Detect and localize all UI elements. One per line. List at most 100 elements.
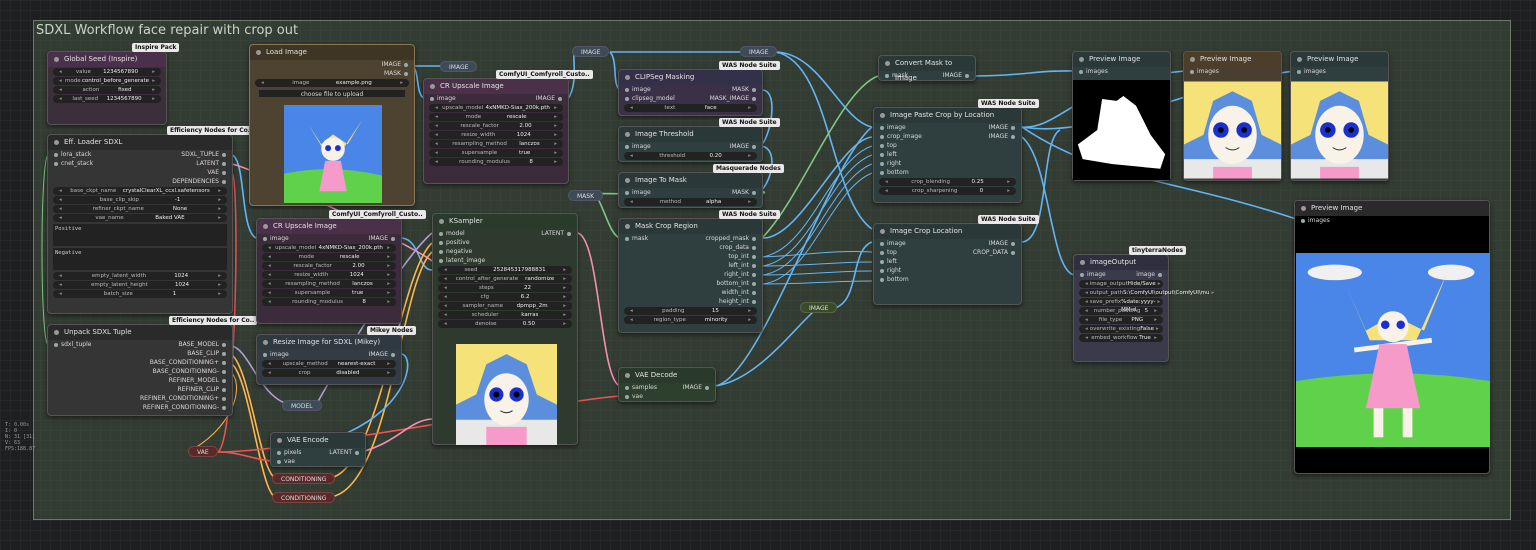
output-slot[interactable]: REFINER_CLIP (177, 385, 226, 394)
convert-mask-to-image-node[interactable]: Convert Mask to Image maskIMAGE (878, 55, 976, 82)
output-slot[interactable]: REFINER_MODEL (169, 376, 226, 385)
widget[interactable]: rounding_modulus8 (429, 158, 563, 166)
widget[interactable]: rounding_modulus8 (262, 298, 396, 306)
preview-image-node[interactable]: Preview Image images (1072, 51, 1171, 181)
seed-value-widget[interactable]: value1234567890 (53, 68, 161, 76)
output-slot[interactable]: BASE_CLIP (187, 349, 226, 358)
widget[interactable]: output_pathS:\ComfyUI\output\ComfyUI\mu (1079, 289, 1210, 297)
input-slot[interactable]: image (880, 123, 906, 132)
vae-decode-node[interactable]: VAE Decode samples IMAGE vae (618, 367, 716, 402)
image-threshold-node[interactable]: WAS Node Suite Image Threshold image IMAG… (618, 118, 780, 162)
input-slot[interactable]: cnet_stack (54, 159, 93, 168)
widget[interactable]: upscale_methodnearest-exact (262, 360, 396, 368)
widget[interactable]: supersampletrue (262, 289, 396, 297)
upload-button[interactable]: choose file to upload (258, 89, 406, 98)
widget[interactable]: rescale_factor2.00 (429, 122, 563, 130)
reroute-image[interactable]: IMAGE (440, 61, 478, 72)
input-slot[interactable]: vae (277, 457, 295, 466)
widget[interactable]: refiner_ckpt_nameNone (53, 205, 227, 213)
reroute-mask[interactable]: MASK (568, 190, 604, 201)
widget[interactable]: denoise0.50 (438, 320, 572, 328)
output-slot[interactable]: right_int (724, 270, 756, 279)
widget[interactable]: overwrite_existingFalse (1079, 325, 1163, 333)
widget[interactable]: supersampletrue (429, 149, 563, 157)
output-slot[interactable]: IMAGE (536, 94, 562, 103)
image-crop-location-node[interactable]: WAS Node Suite Image Crop Location image… (873, 215, 1039, 305)
output-slot[interactable]: height_int (719, 297, 756, 306)
input-slot[interactable]: crop_image (880, 132, 922, 141)
reroute-image[interactable]: IMAGE (740, 46, 778, 57)
output-slot[interactable]: LATENT (541, 229, 571, 238)
cr-upscale-image-node[interactable]: ComfyUI_Comfyroll_Custo.. CR Upscale Ima… (256, 210, 426, 324)
widget[interactable]: empty_latent_width1024 (53, 272, 227, 280)
widget[interactable]: control_after_generaterandomize (438, 275, 572, 283)
input-slot[interactable]: image (880, 239, 906, 248)
input-slot[interactable]: images (1190, 67, 1219, 76)
input-slot[interactable]: samples (625, 383, 657, 392)
input-slot[interactable]: top (880, 248, 897, 257)
global-seed-node[interactable]: Inspire Pack Global Seed (Inspire) value… (47, 43, 180, 125)
vae-encode-node[interactable]: VAE Encode pixels LATENT vae (270, 432, 366, 467)
widget[interactable]: moderescale (429, 113, 563, 121)
input-slot[interactable]: images (1297, 67, 1326, 76)
widget[interactable]: upscale_model4xNMKD-Siax_200k.pth (429, 104, 563, 112)
widget[interactable]: vae_nameBaked VAE (53, 214, 227, 222)
reroute-conditioning[interactable]: CONDITIONING (272, 473, 336, 484)
output-slot[interactable]: MASK (384, 69, 408, 78)
widget[interactable]: steps22 (438, 284, 572, 292)
load-image-node[interactable]: Load Image IMAGE MASK imageexample.png c… (249, 44, 415, 206)
widget[interactable]: base_ckpt_namecrystalClearXL_ccxl.safete… (53, 187, 227, 195)
reroute-image[interactable]: IMAGE (572, 46, 610, 57)
output-slot[interactable]: IMAGE (730, 142, 756, 151)
input-slot[interactable]: vae (625, 392, 643, 401)
widget[interactable]: padding15 (624, 307, 757, 315)
negative-prompt-textarea[interactable]: Negative (53, 248, 227, 270)
widget[interactable]: base_clip_skip-1 (53, 196, 227, 204)
input-slot[interactable]: pixels (277, 448, 301, 457)
widget[interactable]: resize_width1024 (262, 271, 396, 279)
input-slot[interactable]: lora_stack (54, 150, 91, 159)
input-slot[interactable]: image (625, 142, 651, 151)
input-slot[interactable]: left (880, 257, 897, 266)
input-slot[interactable]: left (880, 150, 897, 159)
output-slot[interactable]: image (1136, 270, 1162, 279)
output-slot[interactable]: IMAGE (989, 123, 1015, 132)
output-slot[interactable]: BASE_MODEL (179, 340, 226, 349)
output-slot[interactable]: MASK_IMAGE (710, 94, 756, 103)
widget[interactable]: file_typePNG (1079, 316, 1163, 324)
output-slot[interactable]: LATENT (329, 448, 359, 457)
output-slot[interactable]: left_int (728, 261, 756, 270)
seed-mode-widget[interactable]: modecontrol_before_generate (53, 77, 161, 85)
unpack-sdxl-tuple-node[interactable]: Efficiency Nodes for Co.. Unpack SDXL Tu… (47, 316, 258, 416)
input-slot[interactable]: model (439, 229, 465, 238)
output-slot[interactable]: width_int (722, 288, 756, 297)
eff-loader-sdxl-node[interactable]: Efficiency Nodes for Co.. Eff. Loader SD… (47, 126, 256, 314)
input-slot[interactable]: images (1079, 67, 1108, 76)
reroute-image[interactable]: IMAGE (800, 302, 838, 313)
output-slot[interactable]: bottom_int (716, 279, 756, 288)
widget[interactable]: schedulerkarras (438, 311, 572, 319)
seed-last-widget[interactable]: last_seed1234567890 (53, 95, 161, 103)
widget[interactable]: number_padding5 (1079, 307, 1163, 315)
output-slot[interactable]: cropped_mask (705, 234, 756, 243)
input-slot[interactable]: mask (625, 234, 648, 243)
widget[interactable]: upscale_model4xNMKD-Siax_200k.pth (262, 244, 396, 252)
widget[interactable]: moderescale (262, 253, 396, 261)
widget[interactable]: resampling_methodlanczos (262, 280, 396, 288)
output-slot[interactable]: LATENT (196, 159, 226, 168)
input-slot[interactable]: images (1301, 216, 1330, 225)
preview-image-node[interactable]: Preview Image images (1290, 51, 1389, 181)
reroute-conditioning[interactable]: CONDITIONING (272, 492, 336, 503)
clipseg-text-widget[interactable]: textface (624, 104, 757, 112)
widget[interactable]: empty_latent_height1024 (53, 281, 227, 289)
seed-action-widget[interactable]: actionfixed (53, 86, 161, 94)
input-slot[interactable]: right (880, 266, 901, 275)
image-paste-crop-node[interactable]: WAS Node Suite Image Paste Crop by Locat… (873, 99, 1039, 203)
widget[interactable]: batch_size1 (53, 290, 227, 298)
widget[interactable]: save_prefix%date:yyyy-MM-d (1079, 298, 1163, 313)
image-to-mask-node[interactable]: Masquerade Nodes Image To Mask image MASK… (618, 164, 784, 208)
output-slot[interactable]: IMAGE (369, 234, 395, 243)
input-slot[interactable]: bottom (880, 275, 909, 284)
output-slot[interactable]: SDXL_TUPLE (181, 150, 226, 159)
mask-crop-region-node[interactable]: WAS Node Suite Mask Crop Region mask crop… (618, 210, 780, 333)
